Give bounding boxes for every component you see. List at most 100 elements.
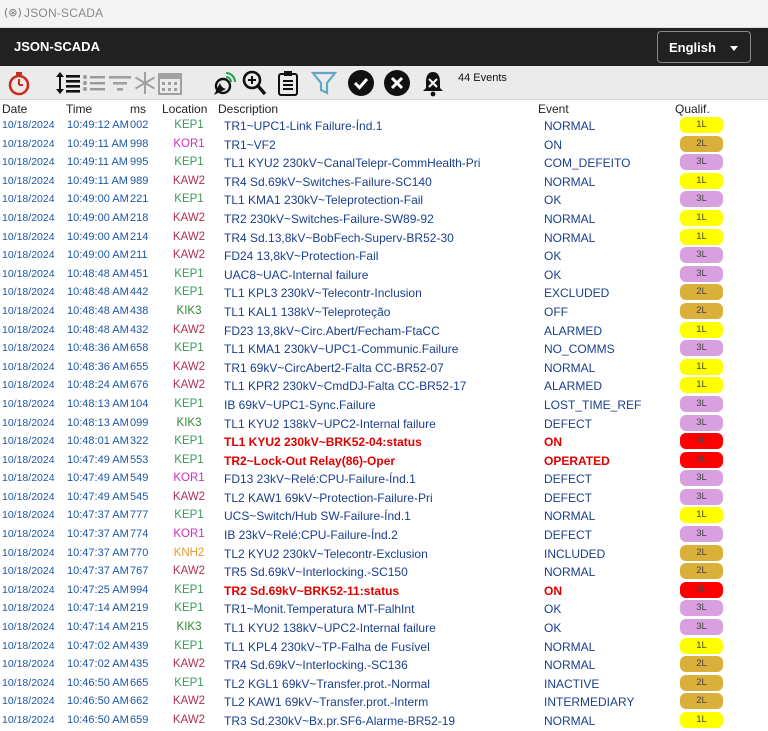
event-row[interactable]: 10/18/2024 10:49:00 AM 218 KAW2 TR2 230kV~Sw… [0,209,768,228]
event-time: 10:49:00 AM [67,230,129,243]
column-qualifier[interactable]: Qualif. [675,102,710,116]
event-location: KAW2 [172,490,206,503]
event-row[interactable]: 10/18/2024 10:47:02 AM 439 KEP1 TL1 KPL4 230… [0,637,768,656]
x-circle-icon[interactable] [383,69,411,97]
event-date: 10/18/2024 [2,621,55,634]
calendar-icon[interactable] [156,69,184,97]
column-event[interactable]: Event [538,102,569,116]
event-location: KEP1 [174,639,204,652]
event-row[interactable]: 10/18/2024 10:49:11 AM 998 KOR1 TR1~VF2 ON 2L [0,135,768,154]
event-row[interactable]: 10/18/2024 10:49:00 AM 211 KAW2 FD24 13,8kV~… [0,246,768,265]
event-row[interactable]: 10/18/2024 10:49:12 AM 002 KEP1 TR1~UPC1-Lin… [0,116,768,135]
event-row[interactable]: 10/18/2024 10:47:37 AM 770 KNH2 TL2 KYU2 230… [0,544,768,563]
event-row[interactable]: 10/18/2024 10:48:36 AM 658 KEP1 TL1 KMA1 230… [0,339,768,358]
event-row[interactable]: 10/18/2024 10:47:37 AM 767 KAW2 TR5 Sd.69kV~… [0,562,768,581]
column-location[interactable]: Location [162,102,207,116]
column-description[interactable]: Description [218,102,278,116]
event-row[interactable]: 10/18/2024 10:49:00 AM 214 KAW2 TR4 Sd.13,8k… [0,228,768,247]
event-time: 10:47:37 AM [67,509,129,522]
event-description: TR1 69kV~CircAbert2-Falta CC-BR52-07 [224,360,444,375]
language-select[interactable]: English [657,31,751,63]
event-location: KAW2 [172,323,206,336]
event-qualifier: 1L [680,507,723,524]
event-state: ON [544,583,562,598]
event-row[interactable]: 10/18/2024 10:46:50 AM 665 KEP1 TL2 KGL1 69k… [0,674,768,693]
event-row[interactable]: 10/18/2024 10:47:49 AM 553 KEP1 TR2~Lock-Out… [0,451,768,470]
event-time: 10:48:48 AM [67,323,129,336]
event-row[interactable]: 10/18/2024 10:48:48 AM 442 KEP1 TL1 KPL3 230… [0,283,768,302]
event-row[interactable]: 10/18/2024 10:46:50 AM 659 KAW2 TR3 Sd.230kV… [0,711,768,730]
event-state: OK [544,193,562,208]
satellite-icon[interactable] [210,69,238,97]
event-row[interactable]: 10/18/2024 10:48:24 AM 676 KAW2 TL1 KPR2 230… [0,376,768,395]
event-date: 10/18/2024 [2,379,55,392]
event-qualifier: 3L [680,265,723,282]
event-row[interactable]: 10/18/2024 10:48:01 AM 322 KEP1 TL1 KYU2 230… [0,432,768,451]
timer-icon[interactable] [5,69,33,97]
event-row[interactable]: 10/18/2024 10:47:37 AM 777 KEP1 UCS~Switch/H… [0,506,768,525]
event-description: TL2 KAW1 69kV~Protection-Failure-Pri [224,490,433,505]
window-title: JSON-SCADA [24,6,104,20]
brand-title: JSON-SCADA [14,39,100,54]
event-date: 10/18/2024 [2,230,55,243]
event-row[interactable]: 10/18/2024 10:48:13 AM 104 KEP1 IB 69kV~UPC1… [0,395,768,414]
event-location: KAW2 [172,230,206,243]
sort-icon[interactable] [55,69,83,97]
event-state: OFF [544,304,568,319]
event-row[interactable]: 10/18/2024 10:47:02 AM 435 KAW2 TR4 Sd.69kV~… [0,655,768,674]
event-date: 10/18/2024 [2,658,55,671]
event-row[interactable]: 10/18/2024 10:48:36 AM 655 KAW2 TR1 69kV~Cir… [0,358,768,377]
event-description: TR2 Sd.69kV~BRK52-11:status [224,583,400,598]
event-ms: 211 [130,249,148,262]
event-description: UAC8~UAC-Internal failure [224,267,369,282]
filter-lines-icon[interactable] [106,69,134,97]
filter-icon[interactable] [310,69,338,97]
snowflake-icon[interactable] [131,69,159,97]
event-row[interactable]: 10/18/2024 10:47:25 AM 994 KEP1 TR2 Sd.69kV~… [0,581,768,600]
bell-mute-icon[interactable] [419,69,447,97]
event-row[interactable]: 10/18/2024 10:48:48 AM 432 KAW2 FD23 13,8kV~… [0,321,768,340]
event-ms: 777 [130,509,149,522]
event-location: KAW2 [172,714,206,726]
event-state: NORMAL [544,565,596,580]
event-row[interactable]: 10/18/2024 10:49:11 AM 989 KAW2 TR4 Sd.69kV~… [0,172,768,191]
event-date: 10/18/2024 [2,137,55,150]
event-location: KNH2 [173,546,205,559]
event-ms: 545 [130,490,149,503]
event-ms: 994 [130,583,149,596]
event-row[interactable]: 10/18/2024 10:49:00 AM 221 KEP1 TL1 KMA1 230… [0,190,768,209]
column-time[interactable]: Time [66,102,92,116]
event-row[interactable]: 10/18/2024 10:47:37 AM 774 KOR1 IB 23kV~Relé… [0,525,768,544]
event-qualifier: 0L [680,451,723,468]
event-date: 10/18/2024 [2,174,55,187]
event-row[interactable]: 10/18/2024 10:47:49 AM 545 KAW2 TL2 KAW1 69k… [0,488,768,507]
event-time: 10:47:49 AM [67,472,129,485]
event-row[interactable]: 10/18/2024 10:48:13 AM 099 KIK3 TL1 KYU2 138… [0,414,768,433]
check-circle-icon[interactable] [347,69,375,97]
event-row[interactable]: 10/18/2024 10:46:50 AM 662 KAW2 TL2 KAW1 69k… [0,692,768,711]
event-location: KAW2 [172,565,206,578]
event-row[interactable]: 10/18/2024 10:49:11 AM 995 KEP1 TL1 KYU2 230… [0,153,768,172]
event-row[interactable]: 10/18/2024 10:47:49 AM 549 KOR1 FD13 23kV~Re… [0,469,768,488]
column-date[interactable]: Date [2,102,27,116]
event-row[interactable]: 10/18/2024 10:47:14 AM 215 KIK3 TL1 KYU2 138… [0,618,768,637]
event-state: COM_DEFEITO [544,156,631,171]
event-qualifier: 2L [680,284,723,301]
event-row[interactable]: 10/18/2024 10:47:14 AM 219 KEP1 TR1~Monit.Te… [0,599,768,618]
event-description: TL1 KYU2 230kV~BRK52-04:status [224,435,422,450]
event-qualifier: 1L [680,637,723,654]
event-location: KAW2 [172,379,206,392]
event-ms: 442 [130,286,149,299]
event-ms: 553 [130,453,149,466]
zoom-icon[interactable] [240,69,268,97]
event-qualifier: 0L [680,433,723,450]
list-icon[interactable] [80,69,108,97]
event-time: 10:49:11 AM [67,137,128,150]
event-state: INTERMEDIARY [544,695,635,710]
clipboard-icon[interactable] [274,69,302,97]
event-row[interactable]: 10/18/2024 10:48:48 AM 438 KIK3 TL1 KAL1 138… [0,302,768,321]
column-ms[interactable]: ms [130,102,146,116]
event-ms: 665 [130,676,149,689]
event-description: IB 69kV~UPC1-Sync.Failure [224,397,376,412]
event-row[interactable]: 10/18/2024 10:48:48 AM 451 KEP1 UAC8~UAC-Int… [0,265,768,284]
